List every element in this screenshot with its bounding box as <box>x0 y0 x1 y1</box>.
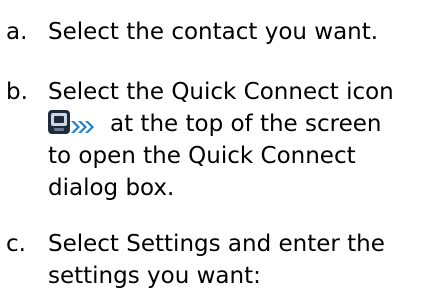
step-line: Select the contact you want. <box>48 19 379 45</box>
step-marker: b. <box>6 79 28 105</box>
step-marker: a. <box>6 19 28 45</box>
step-text: Select the Quick Connect icon at the top… <box>48 76 394 204</box>
step-marker: c. <box>6 231 26 257</box>
step-line-with-icon: at the top of the screen <box>48 108 394 140</box>
step-line: dialog box. <box>48 175 175 201</box>
step-text: Select Settings and enter the settings y… <box>48 228 385 290</box>
step-text: Select the contact you want. <box>48 16 378 48</box>
step-line: Select the Quick Connect icon <box>48 79 394 105</box>
step-line: settings you want: <box>48 263 261 289</box>
step-line-text: at the top of the screen <box>110 111 382 137</box>
quick-connect-icon <box>46 109 110 135</box>
step-line: Select Settings and enter the <box>48 231 385 257</box>
step-line: to open the Quick Connect <box>48 143 356 169</box>
